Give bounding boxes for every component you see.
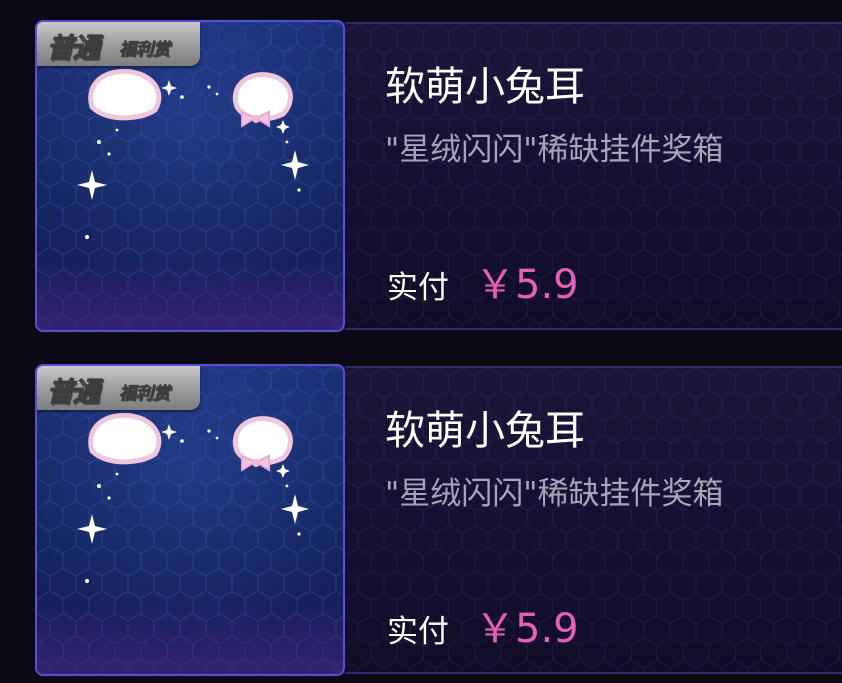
- reward-title: 软萌小兔耳: [385, 64, 585, 110]
- reward-info: 软萌小兔耳 "星绒闪闪"稀缺挂件奖箱 实付 ￥5.9: [345, 366, 842, 674]
- reward-list: 普通 福利赏 软萌小兔耳 "星绒闪闪"稀缺挂件奖箱 实付 ￥5.9 普通 福利赏…: [0, 0, 842, 683]
- reward-card[interactable]: 普通 福利赏 软萌小兔耳 "星绒闪闪"稀缺挂件奖箱 实付 ￥5.9: [0, 362, 842, 680]
- reward-thumbnail: 普通 福利赏: [35, 364, 345, 676]
- reward-subtitle: "星绒闪闪"稀缺挂件奖箱: [385, 476, 724, 512]
- badge-type-label: 福利赏: [119, 40, 171, 61]
- reward-card[interactable]: 普通 福利赏 软萌小兔耳 "星绒闪闪"稀缺挂件奖箱 实付 ￥5.9: [0, 18, 842, 336]
- badge-type-label: 福利赏: [119, 384, 171, 405]
- reward-info: 软萌小兔耳 "星绒闪闪"稀缺挂件奖箱 实付 ￥5.9: [345, 22, 842, 330]
- reward-subtitle: "星绒闪闪"稀缺挂件奖箱: [385, 132, 724, 168]
- price-value: ￥5.9: [475, 262, 579, 308]
- badge-tier-label: 普通: [47, 33, 101, 65]
- price-value: ￥5.9: [475, 606, 579, 652]
- badge-tier-label: 普通: [47, 377, 101, 409]
- pay-label: 实付: [387, 270, 449, 306]
- reward-thumbnail: 普通 福利赏: [35, 20, 345, 332]
- reward-title: 软萌小兔耳: [385, 408, 585, 454]
- tier-badge: 普通 福利赏: [37, 22, 200, 66]
- tier-badge: 普通 福利赏: [37, 366, 200, 410]
- bunny-ears-icon: [77, 412, 309, 583]
- pay-label: 实付: [387, 614, 449, 650]
- bunny-ears-icon: [77, 68, 309, 239]
